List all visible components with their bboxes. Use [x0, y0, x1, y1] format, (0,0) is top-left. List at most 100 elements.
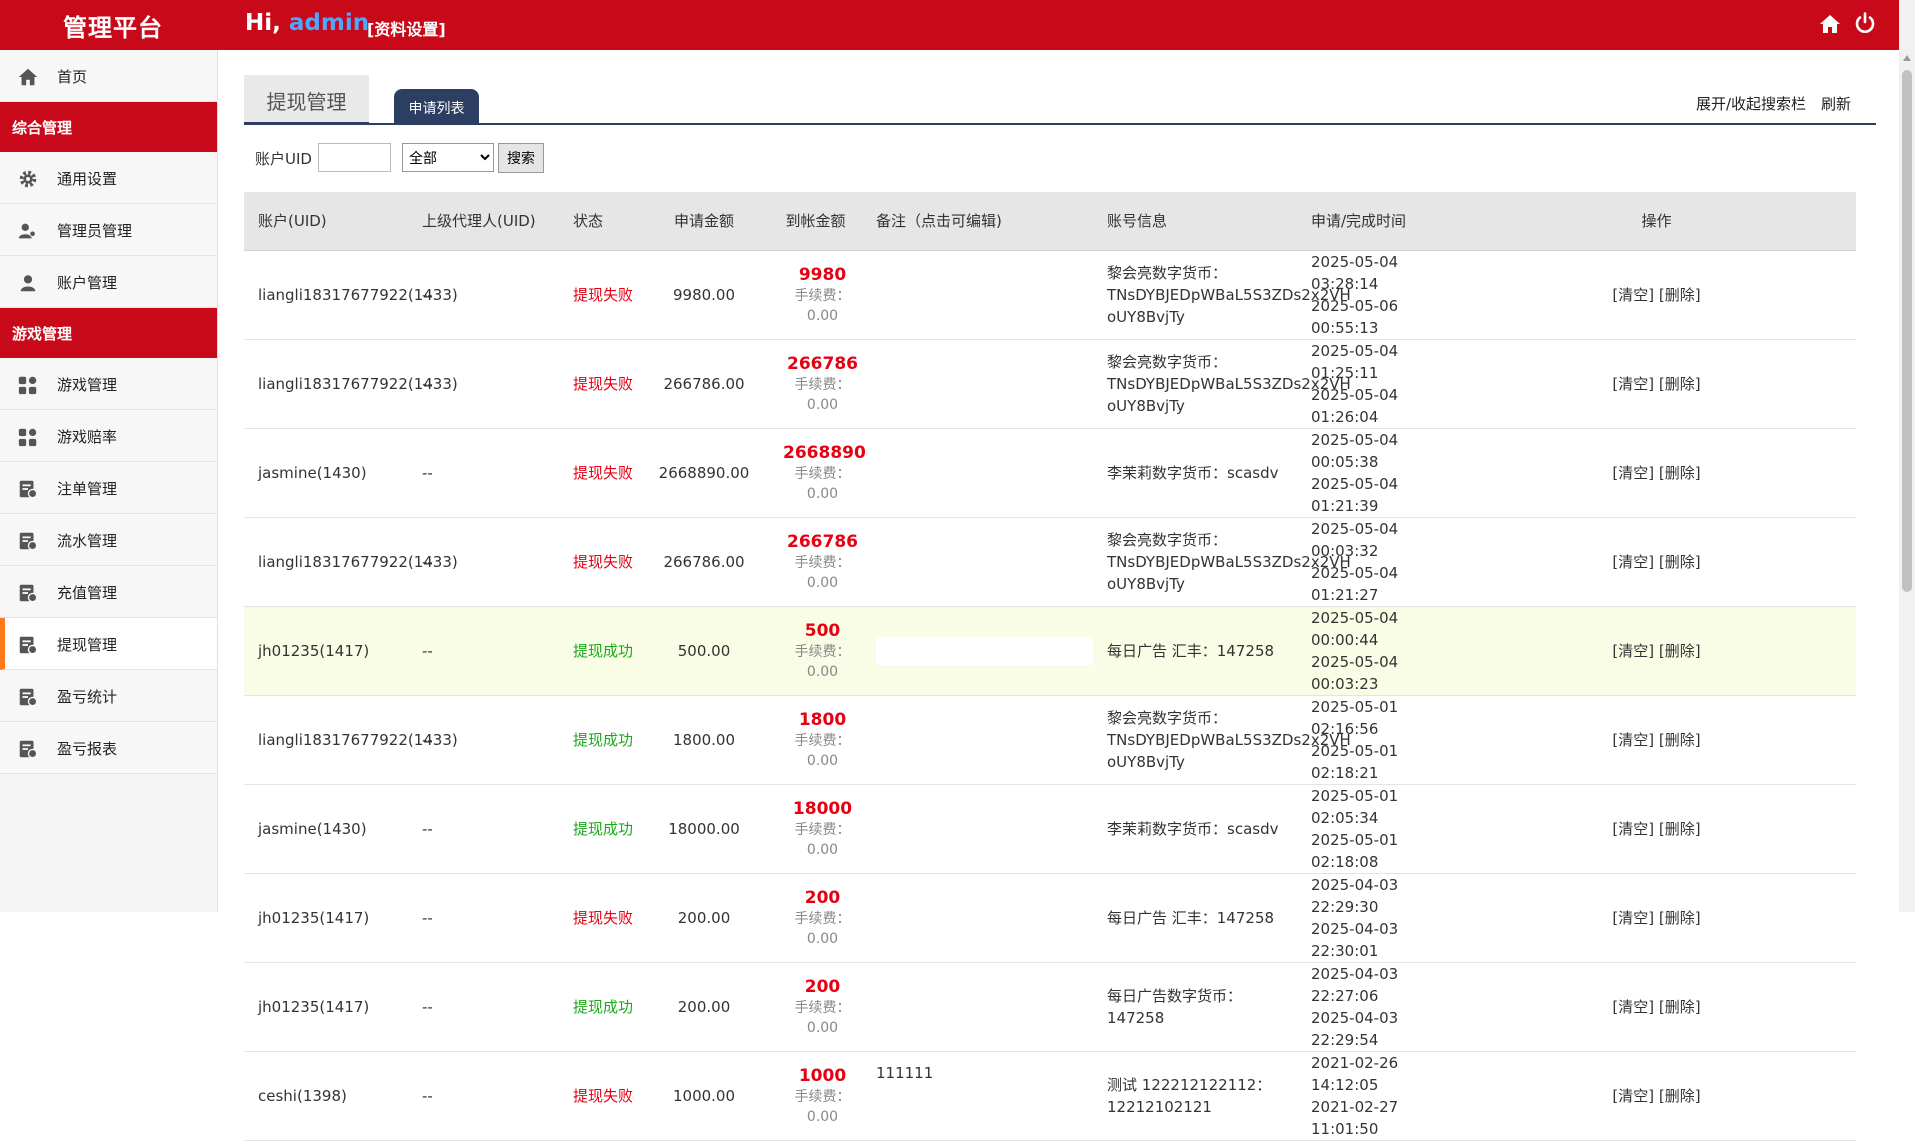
report-icon	[19, 532, 38, 551]
clear-button[interactable]: [清空]	[1612, 909, 1654, 927]
delete-button[interactable]: [删除]	[1659, 553, 1701, 571]
apply-time: 2021-02-26 14:12:05	[1311, 1053, 1399, 1094]
search-uid-input[interactable]	[318, 143, 391, 172]
power-icon[interactable]	[1853, 11, 1877, 35]
sidebar-item-general-settings[interactable]: 通用设置	[0, 152, 217, 204]
cell-remark[interactable]	[862, 606, 1136, 696]
fee-label: 手续费：0.00	[794, 732, 851, 769]
home-icon[interactable]	[1818, 12, 1842, 36]
cell-remark[interactable]	[862, 517, 1093, 607]
clear-button[interactable]: [清空]	[1612, 998, 1654, 1016]
complete-time: 2021-02-27 11:01:50	[1311, 1097, 1399, 1138]
delete-button[interactable]: [删除]	[1659, 286, 1701, 304]
grid-icon	[18, 428, 37, 447]
sidebar-item-recharge-management[interactable]: 充值管理	[0, 566, 217, 618]
users-icon	[18, 223, 36, 239]
cell-account: ceshi(1398)	[244, 1051, 408, 1141]
scrollbar-thumb[interactable]	[1902, 70, 1912, 592]
tab-withdraw-management[interactable]: 提现管理	[244, 75, 369, 124]
table-body: liangli18317677922(1433) -- 提现失败 9980.00 998…	[244, 250, 1856, 1141]
delete-button[interactable]: [删除]	[1659, 375, 1701, 393]
top-bar: 管理平台 Hi, admin [资料设置]	[0, 0, 1899, 50]
clear-button[interactable]: [清空]	[1612, 375, 1654, 393]
cell-account-info: 黎会亮数字货币： TNsDYBJEDpWBaL5S3ZDs2x2VH oUY8Bvj…	[1093, 695, 1351, 785]
page-scrollbar[interactable]	[1899, 0, 1915, 912]
complete-time: 2025-04-03 22:30:01	[1311, 919, 1399, 960]
delete-button[interactable]: [删除]	[1659, 909, 1701, 927]
cell-remark[interactable]	[862, 962, 1093, 1052]
table-row: liangli18317677922(1433) -- 提现失败 9980.00 998…	[244, 250, 1856, 340]
user-icon	[20, 275, 36, 292]
delete-button[interactable]: [删除]	[1659, 464, 1701, 482]
cell-received: 266786 手续费：0.00	[769, 339, 862, 429]
clear-button[interactable]: [清空]	[1612, 286, 1654, 304]
cell-remark[interactable]	[862, 784, 1093, 874]
sidebar-item-label: 提现管理	[57, 636, 118, 654]
status-badge: 提现成功	[559, 606, 639, 696]
delete-button[interactable]: [删除]	[1659, 998, 1701, 1016]
clear-button[interactable]: [清空]	[1612, 820, 1654, 838]
sidebar-item-profit-report[interactable]: 盈亏报表	[0, 722, 217, 774]
cell-remark[interactable]: 111111	[862, 1051, 1093, 1141]
tab-application-list[interactable]: 申请列表	[394, 89, 479, 123]
toggle-search-link[interactable]: 展开/收起搜索栏	[1696, 93, 1806, 114]
scroll-up-icon[interactable]	[1903, 55, 1911, 61]
cell-received: 200 手续费：0.00	[769, 962, 862, 1052]
delete-button[interactable]: [删除]	[1659, 642, 1701, 660]
cell-apply-amount: 1800.00	[639, 695, 769, 785]
complete-time: 2025-05-04 01:26:04	[1311, 385, 1399, 426]
sidebar-item-profit-stats[interactable]: 盈亏统计	[0, 670, 217, 722]
sidebar-item-label: 游戏管理	[57, 376, 118, 394]
search-button[interactable]: 搜索	[498, 143, 544, 173]
account-info-line: oUY8BvjTy	[1107, 574, 1185, 593]
sidebar-item-game-odds[interactable]: 游戏赔率	[0, 410, 217, 462]
delete-button[interactable]: [删除]	[1659, 731, 1701, 749]
fee-label: 手续费：0.00	[794, 821, 851, 858]
profile-settings-link[interactable]: [资料设置]	[367, 16, 446, 40]
refresh-link[interactable]: 刷新	[1821, 93, 1851, 114]
cell-received: 500 手续费：0.00	[769, 606, 862, 696]
complete-time: 2025-05-01 02:18:08	[1311, 830, 1399, 871]
table-row: jh01235(1417) -- 提现成功 500.00 500 手续费：0.00 每日广告…	[244, 606, 1856, 696]
clear-button[interactable]: [清空]	[1612, 1087, 1654, 1105]
sidebar-item-label: 管理员管理	[57, 222, 133, 240]
search-uid-label: 账户UID	[255, 150, 312, 168]
sidebar-item-admin-management[interactable]: 管理员管理	[0, 204, 217, 256]
cell-remark[interactable]	[862, 695, 1093, 785]
apply-time: 2025-05-04 01:25:11	[1311, 341, 1399, 382]
cell-time: 2025-05-04 00:05:38 2025-05-04 01:21:39	[1297, 428, 1457, 518]
brand-title: 管理平台	[63, 14, 163, 42]
cell-remark[interactable]	[862, 250, 1093, 340]
clear-button[interactable]: [清空]	[1612, 642, 1654, 660]
clear-button[interactable]: [清空]	[1612, 553, 1654, 571]
sidebar-item-flow-management[interactable]: 流水管理	[0, 514, 217, 566]
cell-agent: --	[408, 428, 559, 518]
clear-button[interactable]: [清空]	[1612, 464, 1654, 482]
delete-button[interactable]: [删除]	[1659, 820, 1701, 838]
cell-account: liangli18317677922(1433)	[244, 695, 458, 785]
cell-remark[interactable]	[862, 339, 1093, 429]
fee-label: 手续费：0.00	[794, 554, 851, 591]
complete-time: 2025-05-04 01:21:39	[1311, 474, 1399, 515]
cell-remark[interactable]	[862, 428, 1093, 518]
status-badge: 提现失败	[559, 1051, 639, 1141]
status-badge: 提现失败	[559, 517, 639, 607]
clear-button[interactable]: [清空]	[1612, 731, 1654, 749]
sidebar-item-label: 首页	[57, 68, 88, 86]
sidebar-item-home[interactable]: 首页	[0, 50, 217, 102]
cell-actions: [清空] [删除]	[1457, 606, 1856, 696]
delete-button[interactable]: [删除]	[1659, 1087, 1701, 1105]
cell-actions: [清空] [删除]	[1457, 1051, 1856, 1141]
account-info-line: 每日广告 汇丰：147258	[1107, 641, 1275, 660]
cell-remark[interactable]	[862, 873, 1093, 963]
home-icon	[18, 68, 38, 86]
cell-apply-amount: 2668890.00	[639, 428, 769, 518]
sidebar-item-bet-management[interactable]: 注单管理	[0, 462, 217, 514]
cell-apply-amount: 266786.00	[639, 339, 769, 429]
table-row: jh01235(1417) -- 提现失败 200.00 200 手续费：0.00 每日广告…	[244, 873, 1856, 963]
sidebar-item-account-management[interactable]: 账户管理	[0, 256, 217, 308]
sidebar-item-withdraw-management[interactable]: 提现管理	[0, 618, 217, 670]
status-select[interactable]: 全部	[402, 143, 494, 172]
complete-time: 2025-05-04 01:21:27	[1311, 563, 1399, 604]
sidebar-item-game-management[interactable]: 游戏管理	[0, 358, 217, 410]
